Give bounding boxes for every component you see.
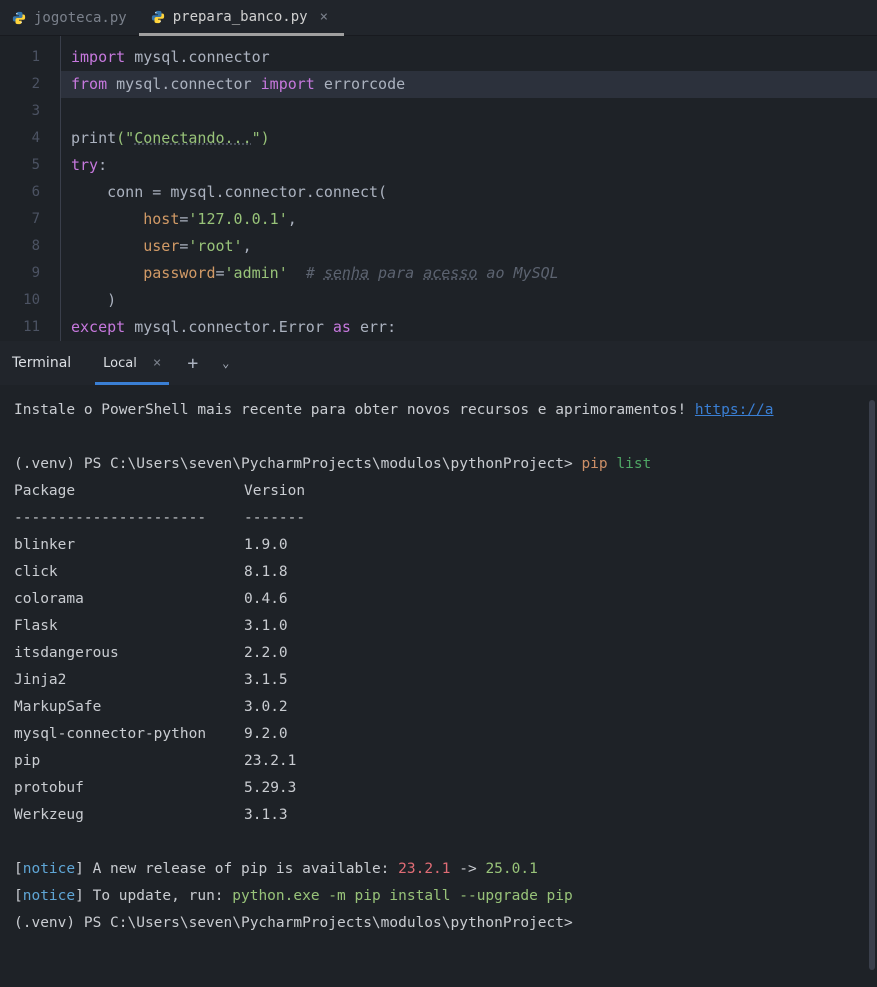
- tab-indicator: [95, 382, 169, 385]
- code-line-current: from mysql.connector import errorcode: [61, 71, 877, 98]
- package-row: blinker1.9.0: [14, 532, 863, 559]
- terminal-line: Instale o PowerShell mais recente para o…: [14, 397, 863, 424]
- terminal-notice: [notice] A new release of pip is availab…: [14, 856, 863, 883]
- terminal-tab-local[interactable]: Local ×: [95, 341, 169, 385]
- code-line: except mysql.connector.Error as err:: [71, 314, 877, 341]
- line-number: 6: [0, 179, 40, 206]
- package-name: mysql-connector-python: [14, 721, 244, 748]
- editor-tabs-bar: jogoteca.py prepara_banco.py ×: [0, 0, 877, 36]
- terminal-tab-label: Local: [95, 356, 145, 371]
- tab-jogoteca[interactable]: jogoteca.py: [0, 0, 139, 36]
- terminal-line: [14, 424, 863, 451]
- line-number: 7: [0, 206, 40, 233]
- terminal-link[interactable]: https://a: [695, 402, 774, 418]
- code-line: ): [71, 287, 877, 314]
- terminal-body[interactable]: Instale o PowerShell mais recente para o…: [0, 385, 877, 949]
- package-row: protobuf5.29.3: [14, 775, 863, 802]
- terminal-title: Terminal: [12, 355, 87, 371]
- package-row: click8.1.8: [14, 559, 863, 586]
- code-line: [71, 98, 877, 125]
- package-row: colorama0.4.6: [14, 586, 863, 613]
- line-number: 3: [0, 98, 40, 125]
- package-name: pip: [14, 748, 244, 775]
- code-line: conn = mysql.connector.connect(: [71, 179, 877, 206]
- terminal-notice: [notice] To update, run: python.exe -m p…: [14, 883, 863, 910]
- code-line: print("Conectando..."): [71, 125, 877, 152]
- terminal-line: [14, 829, 863, 856]
- tab-label: jogoteca.py: [34, 10, 127, 26]
- package-name: colorama: [14, 586, 244, 613]
- package-version: 2.2.0: [244, 640, 288, 667]
- package-version: 23.2.1: [244, 748, 296, 775]
- scrollbar-vertical[interactable]: [869, 400, 875, 970]
- package-row: mysql-connector-python9.2.0: [14, 721, 863, 748]
- close-icon[interactable]: ×: [316, 9, 332, 25]
- terminal-header: Terminal Local × + ⌄: [0, 341, 877, 385]
- line-number: 8: [0, 233, 40, 260]
- code-line: import mysql.connector: [71, 44, 877, 71]
- code-line: user='root',: [71, 233, 877, 260]
- package-name: MarkupSafe: [14, 694, 244, 721]
- code-editor[interactable]: 1 2 3 4 5 6 7 8 9 10 11 import mysql.con…: [0, 36, 877, 341]
- chevron-down-icon[interactable]: ⌄: [216, 356, 235, 370]
- package-row: Flask3.1.0: [14, 613, 863, 640]
- terminal-line: PackageVersion: [14, 478, 863, 505]
- code-line: password='admin' # senha para acesso ao …: [71, 260, 877, 287]
- package-row: pip23.2.1: [14, 748, 863, 775]
- package-name: protobuf: [14, 775, 244, 802]
- python-icon: [12, 11, 26, 25]
- package-version: 0.4.6: [244, 586, 288, 613]
- tab-prepara-banco[interactable]: prepara_banco.py ×: [139, 0, 344, 36]
- package-row: itsdangerous2.2.0: [14, 640, 863, 667]
- line-number: 10: [0, 287, 40, 314]
- package-version: 1.9.0: [244, 532, 288, 559]
- package-version: 3.1.0: [244, 613, 288, 640]
- terminal-line: -----------------------------: [14, 505, 863, 532]
- line-number: 4: [0, 125, 40, 152]
- code-line: try:: [71, 152, 877, 179]
- package-version: 3.1.5: [244, 667, 288, 694]
- package-row: Jinja23.1.5: [14, 667, 863, 694]
- tab-label: prepara_banco.py: [173, 9, 308, 25]
- line-number: 5: [0, 152, 40, 179]
- package-row: MarkupSafe3.0.2: [14, 694, 863, 721]
- package-name: Werkzeug: [14, 802, 244, 829]
- package-version: 9.2.0: [244, 721, 288, 748]
- line-number: 11: [0, 314, 40, 341]
- package-name: Flask: [14, 613, 244, 640]
- code-area[interactable]: import mysql.connector from mysql.connec…: [61, 36, 877, 341]
- package-name: itsdangerous: [14, 640, 244, 667]
- python-icon: [151, 10, 165, 24]
- package-name: blinker: [14, 532, 244, 559]
- line-number: 9: [0, 260, 40, 287]
- close-icon[interactable]: ×: [145, 355, 169, 371]
- package-list: blinker1.9.0click8.1.8colorama0.4.6Flask…: [14, 532, 863, 829]
- package-version: 8.1.8: [244, 559, 288, 586]
- package-row: Werkzeug3.1.3: [14, 802, 863, 829]
- line-number: 1: [0, 44, 40, 71]
- package-name: click: [14, 559, 244, 586]
- package-version: 5.29.3: [244, 775, 296, 802]
- package-version: 3.0.2: [244, 694, 288, 721]
- terminal-prompt: (.venv) PS C:\Users\seven\PycharmProject…: [14, 451, 863, 478]
- add-terminal-button[interactable]: +: [177, 353, 208, 374]
- code-line: host='127.0.0.1',: [71, 206, 877, 233]
- package-version: 3.1.3: [244, 802, 288, 829]
- package-name: Jinja2: [14, 667, 244, 694]
- terminal-prompt: (.venv) PS C:\Users\seven\PycharmProject…: [14, 910, 863, 937]
- terminal-panel: Terminal Local × + ⌄ Instale o PowerShel…: [0, 341, 877, 949]
- line-number: 2: [0, 71, 40, 98]
- gutter: 1 2 3 4 5 6 7 8 9 10 11: [0, 36, 60, 341]
